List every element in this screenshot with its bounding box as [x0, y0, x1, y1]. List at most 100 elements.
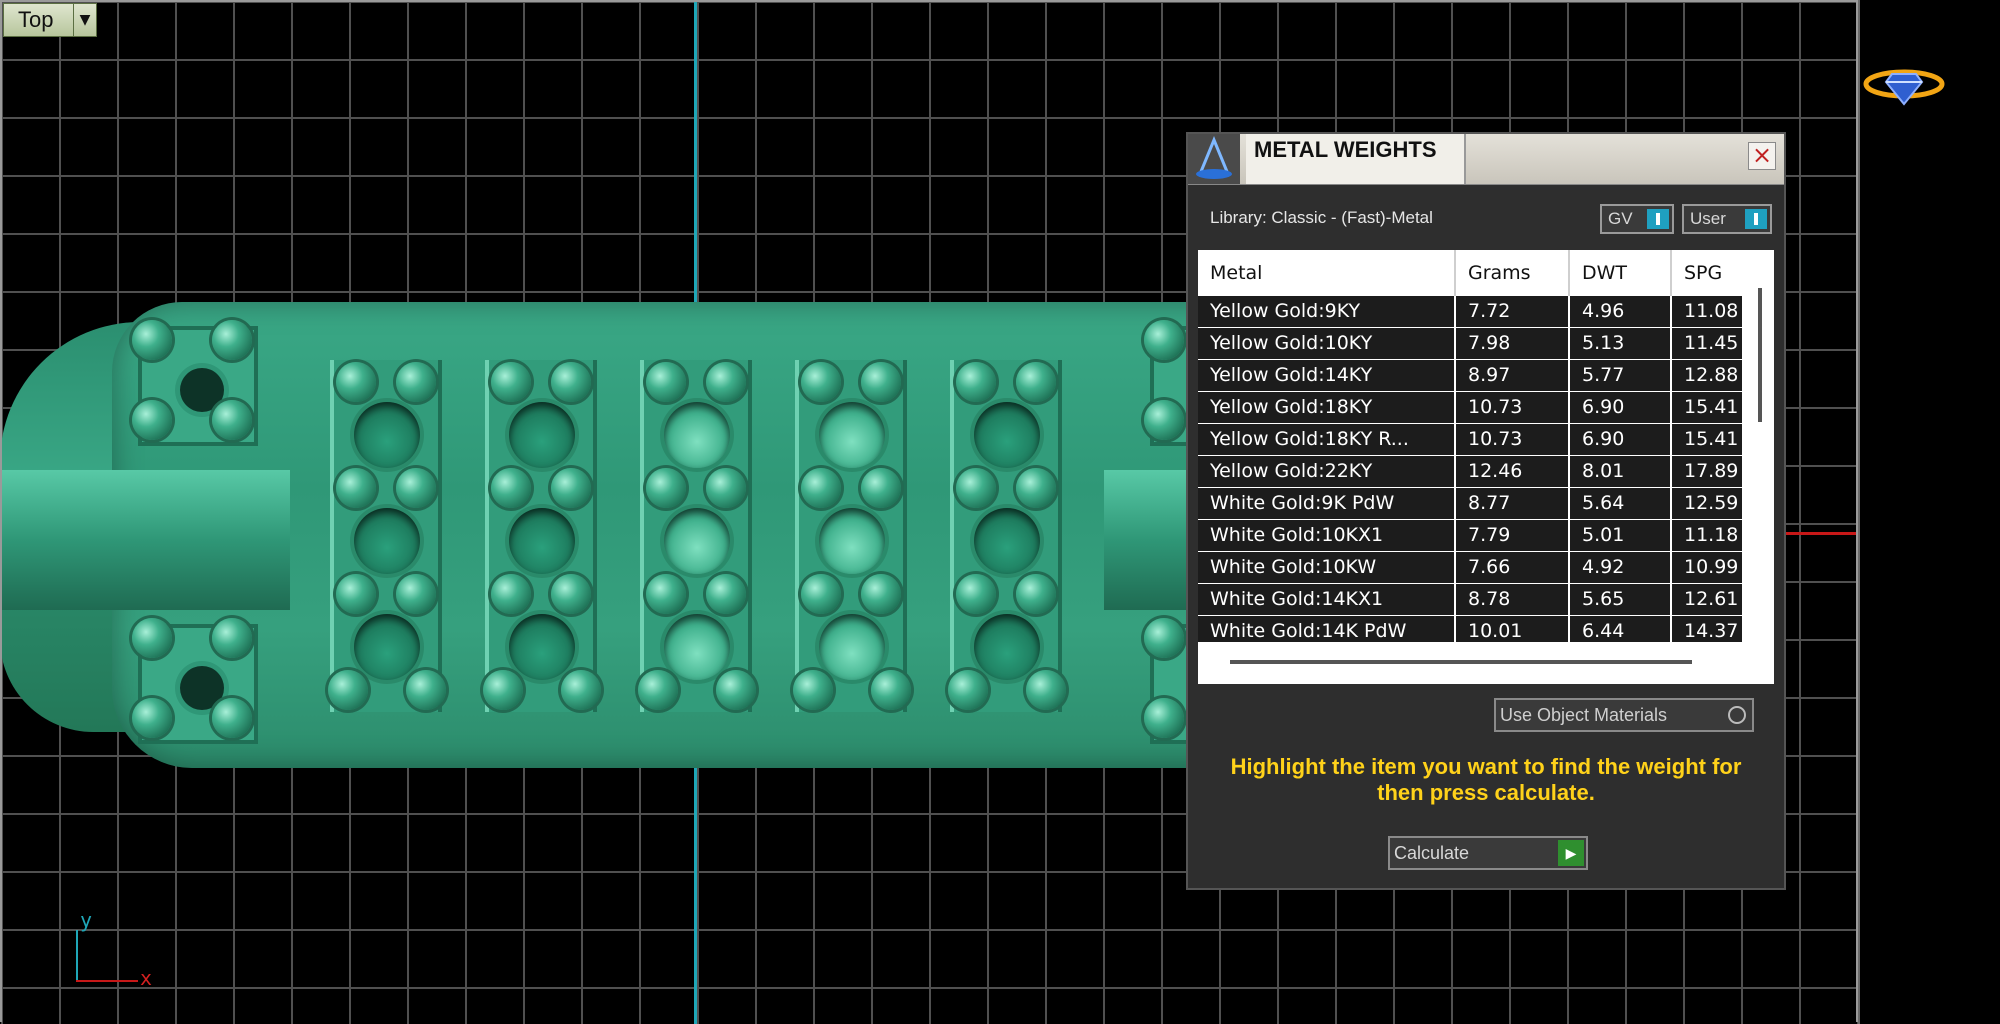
column-header-metal[interactable]: Metal [1198, 250, 1456, 296]
bead [956, 362, 996, 402]
bead [801, 468, 841, 508]
cell-spg: 11.08 [1684, 300, 1739, 322]
bead [1016, 574, 1056, 614]
bead [132, 618, 172, 658]
table-row[interactable]: Yellow Gold:18KY 10.73 6.90 15.41 [1198, 392, 1742, 424]
table-row[interactable]: White Gold:10KX1 7.79 5.01 11.18 [1198, 520, 1742, 552]
table-row[interactable]: White Gold:10KW 7.66 4.92 10.99 [1198, 552, 1742, 584]
cell-metal: Yellow Gold:22KY [1198, 456, 1456, 487]
cell-dwt: 4.92 [1570, 552, 1672, 583]
table-row[interactable]: White Gold:14K PdW 10.01 6.44 14.37 [1198, 616, 1742, 642]
panel-titlebar[interactable]: METAL WEIGHTS × [1188, 134, 1784, 185]
metal-weights-panel: METAL WEIGHTS × Library: Classic - (Fast… [1186, 132, 1786, 890]
cell-dwt: 5.13 [1570, 328, 1672, 359]
table-row[interactable]: Yellow Gold:9KY 7.72 4.96 11.08 [1198, 296, 1742, 328]
table-row[interactable]: White Gold:14KX1 8.78 5.65 12.61 [1198, 584, 1742, 616]
cell-spg: 12.61 [1684, 588, 1739, 610]
bead [1016, 468, 1056, 508]
column-header-dwt[interactable]: DWT [1570, 250, 1672, 296]
cell-dwt: 5.01 [1570, 520, 1672, 551]
metals-table[interactable]: Metal Grams DWT SPG Yellow Gold:9KY 7.72 4… [1198, 250, 1774, 684]
table-row[interactable]: Yellow Gold:10KY 7.98 5.13 11.45 [1198, 328, 1742, 360]
panel-hole [509, 402, 575, 468]
user-toggle-label: User [1690, 209, 1726, 228]
view-label[interactable]: Top ▼ [3, 3, 97, 37]
cell-spg: 15.41 [1684, 428, 1739, 450]
cell-spg: 15.41 [1684, 396, 1739, 418]
cell-metal: White Gold:14KX1 [1198, 584, 1456, 615]
axis-gizmo-y-label: y [80, 908, 93, 932]
panel-hole [354, 508, 420, 574]
column-header-grams[interactable]: Grams [1456, 250, 1570, 296]
panel-hole [354, 402, 420, 468]
cell-metal: Yellow Gold:10KY [1198, 328, 1456, 359]
cell-grams: 7.66 [1456, 552, 1570, 583]
cell-dwt: 5.65 [1570, 584, 1672, 615]
close-icon[interactable]: × [1748, 142, 1776, 170]
radio-icon [1728, 706, 1746, 724]
cell-metal: Yellow Gold:18KY [1198, 392, 1456, 423]
gem-ring-icon[interactable] [1862, 64, 1946, 110]
cell-grams: 7.72 [1456, 296, 1570, 327]
bead [212, 320, 252, 360]
table-header: Metal Grams DWT SPG [1198, 250, 1742, 296]
panel-hole [664, 402, 730, 468]
table-row[interactable]: Yellow Gold:14KY 8.97 5.77 12.88 [1198, 360, 1742, 392]
cell-dwt: 4.96 [1570, 296, 1672, 327]
instruction-text: Highlight the item you want to find the … [1230, 754, 1742, 805]
gv-toggle-knob-icon [1647, 209, 1669, 229]
calculate-label: Calculate [1394, 843, 1470, 863]
calculate-button[interactable]: Calculate ▶ [1388, 836, 1588, 870]
cell-spg: 12.88 [1684, 364, 1739, 386]
cell-dwt: 8.01 [1570, 456, 1672, 487]
panel-title: METAL WEIGHTS [1246, 134, 1466, 184]
cell-dwt: 5.77 [1570, 360, 1672, 391]
ring-band-left [0, 470, 290, 610]
bead [861, 574, 901, 614]
table-row[interactable]: Yellow Gold:18KY R... 10.73 6.90 15.41 [1198, 424, 1742, 456]
bead [956, 468, 996, 508]
bead [328, 670, 368, 710]
table-row[interactable]: Yellow Gold:22KY 12.46 8.01 17.89 [1198, 456, 1742, 488]
horizontal-axis-line [1780, 532, 1858, 535]
cell-dwt: 5.64 [1570, 488, 1672, 519]
chevron-down-icon[interactable]: ▼ [73, 4, 96, 36]
bead [561, 670, 601, 710]
bead [212, 698, 252, 738]
use-object-materials-toggle[interactable]: Use Object Materials [1494, 698, 1754, 732]
table-body: Yellow Gold:9KY 7.72 4.96 11.08 Yellow Gold:… [1198, 296, 1742, 642]
user-toggle[interactable]: User [1682, 204, 1772, 234]
bead [396, 362, 436, 402]
cell-metal: White Gold:10KW [1198, 552, 1456, 583]
cell-grams: 7.98 [1456, 328, 1570, 359]
table-row[interactable]: White Gold:9K PdW 8.77 5.64 12.59 [1198, 488, 1742, 520]
bead [861, 468, 901, 508]
cell-metal: Yellow Gold:18KY R... [1198, 424, 1456, 455]
column-header-spg[interactable]: SPG [1672, 250, 1742, 296]
cell-dwt: 6.90 [1570, 392, 1672, 423]
bead [396, 468, 436, 508]
panel-hole [974, 508, 1040, 574]
panel-hole [509, 614, 575, 680]
cell-metal: White Gold:14K PdW [1198, 616, 1456, 642]
library-label: Library: Classic - (Fast)-Metal [1210, 208, 1433, 227]
bead [336, 362, 376, 402]
cell-grams: 10.73 [1456, 424, 1570, 455]
vertical-scrollbar[interactable] [1758, 288, 1762, 422]
axis-gizmo-x [76, 980, 138, 982]
bead [801, 574, 841, 614]
bead [706, 574, 746, 614]
bead [212, 400, 252, 440]
bead [1144, 698, 1184, 738]
bead [1026, 670, 1066, 710]
panel-hole [974, 614, 1040, 680]
horizontal-scrollbar[interactable] [1230, 660, 1692, 664]
cell-spg: 10.99 [1684, 556, 1739, 578]
bead [406, 670, 446, 710]
cell-grams: 10.73 [1456, 392, 1570, 423]
panel-hole [819, 508, 885, 574]
bead [336, 574, 376, 614]
cell-dwt: 6.90 [1570, 424, 1672, 455]
cell-grams: 8.97 [1456, 360, 1570, 391]
gv-toggle[interactable]: GV [1600, 204, 1674, 234]
